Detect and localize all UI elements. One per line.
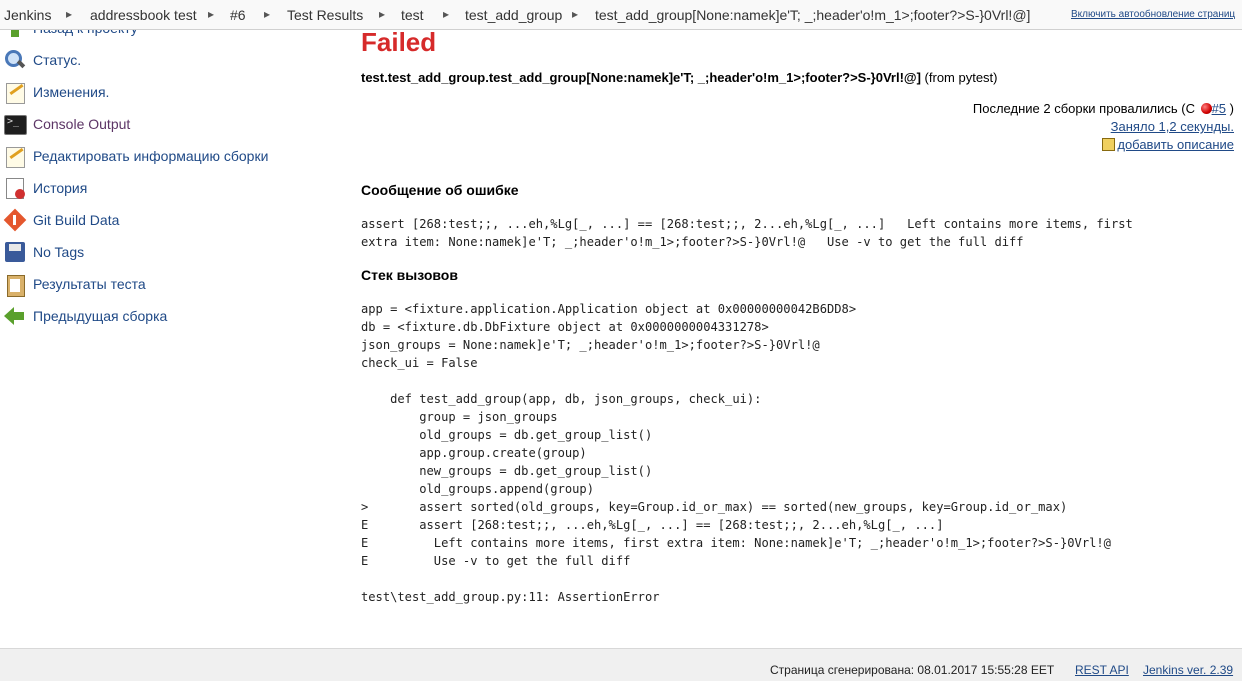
sidebar-item-history[interactable]: История (4, 175, 87, 201)
sidebar-item-no-tags[interactable]: No Tags (4, 239, 84, 265)
test-name-line: test.test_add_group.test_add_group[None:… (361, 70, 998, 85)
notepad-icon (4, 145, 26, 168)
footer: Страница сгенерирована: 08.01.2017 15:55… (0, 648, 1242, 681)
search-icon (4, 49, 26, 71)
breadcrumb-test-package[interactable]: test (401, 7, 424, 23)
test-name: test.test_add_group.test_add_group[None:… (361, 70, 921, 85)
stack-trace-text: app = <fixture.application.Application o… (361, 302, 1111, 604)
failed-since-suffix: ) (1226, 101, 1234, 116)
sidebar-item-test-results[interactable]: Результаты теста (4, 271, 146, 297)
breadcrumb-test-class[interactable]: test_add_group (465, 7, 562, 23)
sidebar-item-label: Console Output (33, 116, 131, 132)
sidebar-item-label: Предыдущая сборка (33, 308, 168, 324)
add-description-row: добавить описание (1102, 137, 1234, 152)
clipboard-icon (4, 273, 26, 297)
breadcrumb-separator[interactable]: ▸ (208, 7, 214, 21)
breadcrumb-separator[interactable]: ▸ (264, 7, 270, 21)
page-generated-timestamp: Страница сгенерирована: 08.01.2017 15:55… (770, 663, 1055, 677)
notepad-icon (4, 81, 26, 104)
rest-api-link[interactable]: REST API (1075, 663, 1129, 677)
breadcrumb-separator[interactable]: ▸ (66, 7, 72, 21)
jenkins-version-link[interactable]: Jenkins ver. 2.39 (1143, 663, 1233, 677)
failed-since-text: Последние 2 сборки провалились (С (972, 101, 1199, 116)
error-message-heading: Сообщение об ошибке (361, 182, 519, 198)
sidebar-item-label: Редактировать информацию сборки (33, 148, 269, 164)
terminal-icon (4, 113, 27, 135)
duration-link[interactable]: Заняло 1,2 секунды. (1111, 119, 1234, 134)
error-message-text: assert [268:test;;, ...eh,%Lg[_, ...] ==… (361, 217, 1133, 249)
add-description-link[interactable]: добавить описание (1117, 137, 1234, 152)
sidebar-item-changes[interactable]: Изменения. (4, 79, 109, 105)
sidebar-item-console-output[interactable]: Console Output (4, 111, 130, 137)
test-source: (from pytest) (924, 70, 998, 85)
breadcrumb-test-results[interactable]: Test Results (287, 7, 363, 23)
breadcrumb-test-case[interactable]: test_add_group[None:namek]e'T; _;header'… (595, 7, 1030, 23)
sidebar-item-label: No Tags (33, 244, 85, 260)
sidebar-item-status[interactable]: Статус. (4, 47, 81, 73)
sidebar-item-label: Результаты теста (33, 276, 146, 292)
failed-since-build-link[interactable]: #5 (1212, 101, 1226, 116)
floppy-icon (4, 241, 26, 263)
history-icon (4, 177, 26, 199)
sidebar-item-label: Статус. (33, 52, 82, 68)
page-title: Failed (361, 27, 437, 57)
sidebar-item-label: История (33, 180, 88, 196)
breadcrumb-separator[interactable]: ▸ (443, 7, 449, 21)
duration-row: Заняло 1,2 секунды. (1111, 119, 1234, 134)
git-icon (4, 209, 26, 231)
breadcrumb-separator[interactable]: ▸ (379, 7, 385, 21)
breadcrumb-separator[interactable]: ▸ (572, 7, 578, 21)
sidebar-item-git-build-data[interactable]: Git Build Data (4, 207, 119, 233)
breadcrumb: Jenkins ▸ addressbook test ▸ #6 ▸ Test R… (0, 0, 1242, 30)
left-arrow-icon (4, 305, 26, 327)
sidebar-item-label: Изменения. (33, 84, 110, 100)
breadcrumb-build[interactable]: #6 (230, 7, 246, 23)
stack-trace-heading: Стек вызовов (361, 267, 458, 283)
sidebar-item-label: Git Build Data (33, 212, 120, 228)
red-ball-icon (1200, 103, 1212, 114)
failed-since-notice: Последние 2 сборки провалились (С #5 ) (973, 101, 1234, 116)
sidebar-item-edit-build-info[interactable]: Редактировать информацию сборки (4, 143, 268, 169)
breadcrumb-project[interactable]: addressbook test (90, 7, 197, 23)
edit-notepad-icon (1102, 138, 1116, 151)
breadcrumb-jenkins[interactable]: Jenkins (4, 7, 51, 23)
sidebar-item-previous-build[interactable]: Предыдущая сборка (4, 303, 167, 329)
autorefresh-link[interactable]: Включить автообновление страниц (1071, 9, 1235, 20)
